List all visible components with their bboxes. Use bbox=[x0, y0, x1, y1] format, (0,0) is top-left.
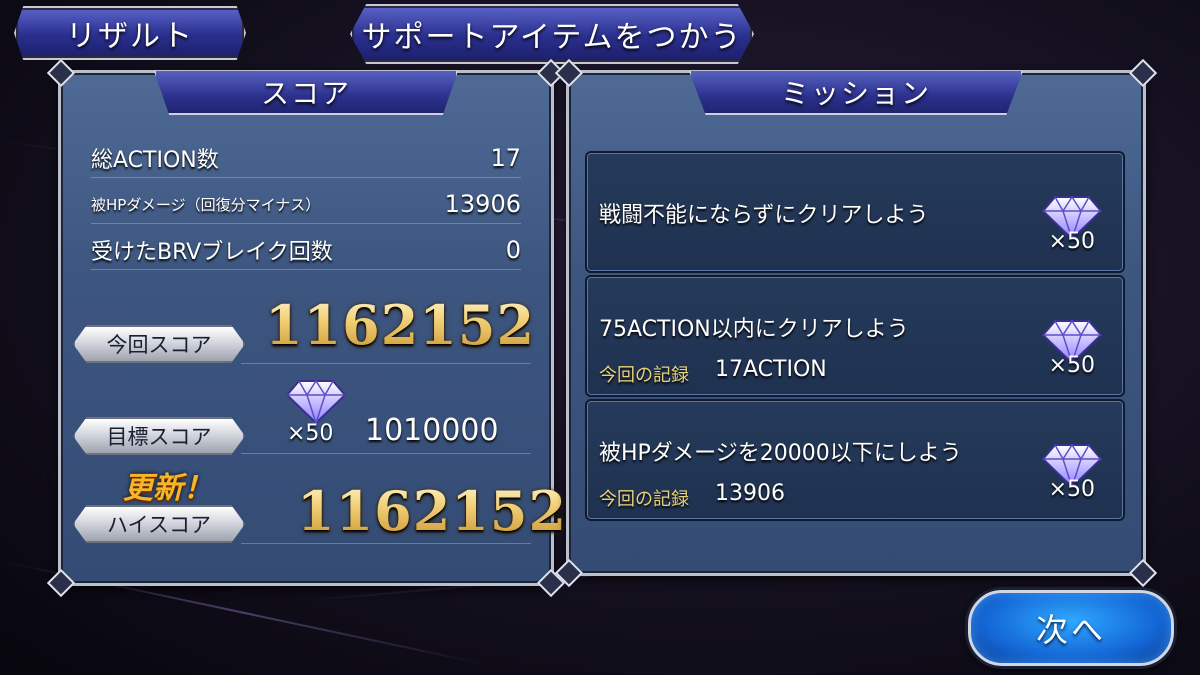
mission-title: 被HPダメージを20000以下にしよう bbox=[599, 441, 962, 466]
next-button[interactable]: 次へ bbox=[968, 590, 1174, 666]
mission-title: 戦闘不能にならずにクリアしよう bbox=[599, 203, 929, 228]
mission-record-label: 今回の記録 bbox=[599, 489, 689, 510]
target-reward-count: ×50 bbox=[287, 421, 334, 446]
target-score-label: 目標スコア bbox=[73, 417, 245, 455]
target-score-value: 1010000 bbox=[365, 413, 499, 448]
panel-corner-ornament bbox=[1128, 558, 1158, 588]
updated-badge: 更新！ bbox=[123, 471, 213, 506]
panel-corner-ornament bbox=[46, 58, 76, 88]
stat-value: 13906 bbox=[444, 190, 521, 218]
mission-record-label: 今回の記録 bbox=[599, 365, 689, 386]
stat-row-action-count: 総ACTION数 17 bbox=[91, 139, 521, 178]
stat-value: 17 bbox=[490, 144, 521, 172]
score-panel: スコア 総ACTION数 17 被HPダメージ（回復分マイナス） 13906 受… bbox=[46, 58, 566, 598]
current-score-label: 今回スコア bbox=[73, 325, 245, 363]
mission-reward-count: ×50 bbox=[1048, 353, 1095, 378]
mission-panel: ミッション 戦闘不能にならずにクリアしよう ×50 75ACTION以内にクリア… bbox=[554, 58, 1158, 588]
mission-item: 戦闘不能にならずにクリアしよう ×50 bbox=[585, 151, 1125, 273]
stat-value: 0 bbox=[505, 236, 521, 264]
mission-panel-header: ミッション bbox=[689, 71, 1023, 115]
stat-label: 総ACTION数 bbox=[91, 148, 219, 173]
stat-label: 受けたBRVブレイク回数 bbox=[91, 240, 333, 265]
mission-item: 75ACTION以内にクリアしよう 今回の記録 17ACTION ×50 bbox=[585, 275, 1125, 397]
score-panel-header: スコア bbox=[154, 71, 458, 115]
high-score-value: 1162152 bbox=[297, 479, 568, 543]
tab-result[interactable]: リザルト bbox=[14, 6, 246, 60]
tab-use-support-item[interactable]: サポートアイテムをつかう bbox=[350, 4, 754, 64]
mission-title: 75ACTION以内にクリアしよう bbox=[599, 317, 909, 342]
mission-item: 被HPダメージを20000以下にしよう 今回の記録 13906 ×50 bbox=[585, 399, 1125, 521]
mission-reward-count: ×50 bbox=[1048, 477, 1095, 502]
mission-record-value: 17ACTION bbox=[715, 357, 827, 382]
high-score-label: ハイスコア bbox=[73, 505, 245, 543]
panel-corner-ornament bbox=[1128, 58, 1158, 88]
mission-reward-count: ×50 bbox=[1048, 229, 1095, 254]
diamond-gem-icon bbox=[285, 379, 347, 425]
stat-row-hp-damage: 被HPダメージ（回復分マイナス） 13906 bbox=[91, 185, 521, 224]
stat-row-brv-break: 受けたBRVブレイク回数 0 bbox=[91, 231, 521, 270]
stat-label: 被HPダメージ（回復分マイナス） bbox=[91, 195, 321, 214]
mission-record-value: 13906 bbox=[715, 481, 785, 506]
current-score-value: 1162152 bbox=[265, 293, 536, 357]
